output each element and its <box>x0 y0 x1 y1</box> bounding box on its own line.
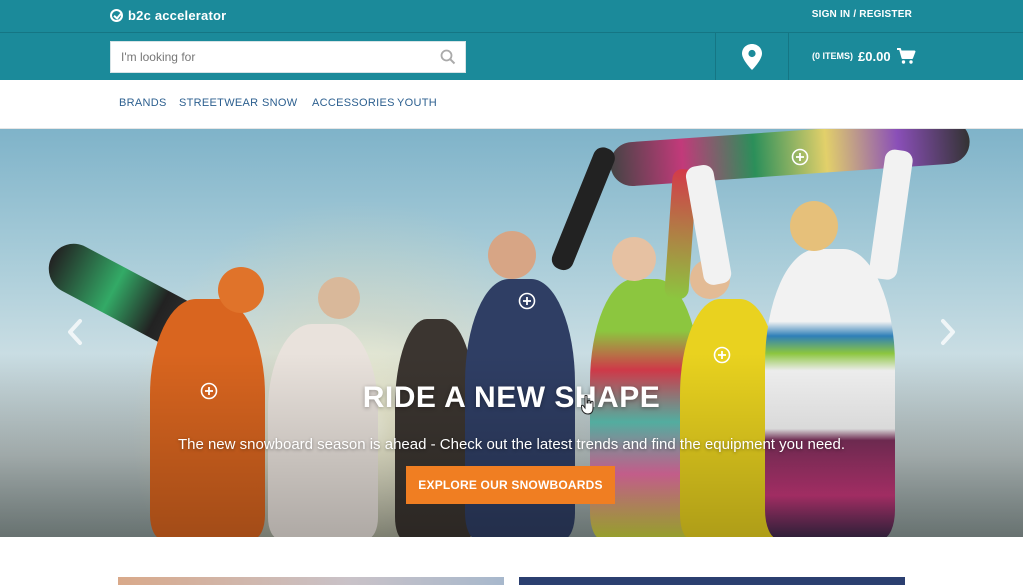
hero-banner[interactable]: RIDE A NEW SHAPE The new snowboard seaso… <box>0 129 1023 537</box>
hero-subtitle: The new snowboard season is ahead - Chec… <box>177 436 846 453</box>
logo[interactable]: b2c accelerator <box>110 8 226 23</box>
hand-cursor-icon <box>581 395 594 415</box>
main-navigation: BRANDS STREETWEAR SNOW ACCESSORIES YOUTH <box>0 80 1023 129</box>
cart-total: £0.00 <box>858 48 891 64</box>
search-box <box>110 41 466 73</box>
sign-in-register-link[interactable]: SIGN IN / REGISTER <box>812 9 912 20</box>
promo-tile[interactable] <box>519 577 905 585</box>
search-input[interactable] <box>111 42 465 72</box>
nav-item-youth[interactable]: YOUTH <box>397 97 437 109</box>
divider <box>715 33 716 81</box>
map-pin-icon[interactable] <box>740 43 764 71</box>
mini-cart[interactable]: (0 ITEMS) £0.00 <box>812 47 916 65</box>
chevron-left-icon[interactable] <box>64 317 86 347</box>
chevron-right-icon[interactable] <box>937 317 959 347</box>
plus-circle-icon[interactable] <box>791 148 809 166</box>
logo-icon <box>110 9 123 22</box>
nav-item-accessories[interactable]: ACCESSORIES <box>312 97 395 109</box>
search-icon[interactable] <box>440 49 456 65</box>
plus-circle-icon[interactable] <box>518 292 536 310</box>
cart-items-count: (0 ITEMS) <box>812 51 854 61</box>
logo-text: b2c accelerator <box>128 8 227 23</box>
top-bar: b2c accelerator SIGN IN / REGISTER <box>0 0 1023 32</box>
nav-item-brands[interactable]: BRANDS <box>119 97 167 109</box>
plus-circle-icon[interactable] <box>713 346 731 364</box>
cart-icon <box>896 48 916 64</box>
promo-tile[interactable] <box>118 577 504 585</box>
divider <box>788 33 789 81</box>
nav-item-streetwear[interactable]: STREETWEAR <box>179 97 258 109</box>
search-bar-row: (0 ITEMS) £0.00 <box>0 32 1023 81</box>
nav-item-snow[interactable]: SNOW <box>262 97 297 109</box>
explore-snowboards-button[interactable]: EXPLORE OUR SNOWBOARDS <box>406 466 615 504</box>
hero-title: RIDE A NEW SHAPE <box>362 381 661 414</box>
